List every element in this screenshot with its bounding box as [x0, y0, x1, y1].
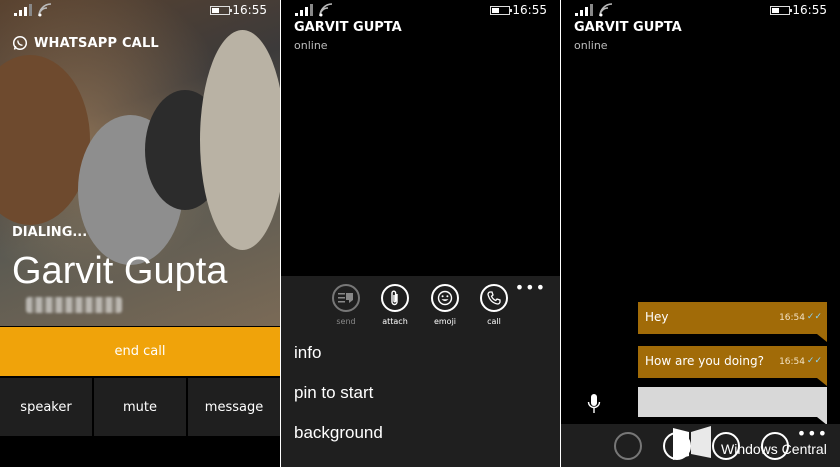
- wifi-icon: [319, 3, 333, 17]
- signal-icon: [295, 4, 313, 16]
- message-text: How are you doing?: [645, 354, 764, 368]
- windows-central-watermark: Windows Central: [661, 420, 840, 464]
- call-button[interactable]: call: [474, 284, 514, 326]
- contact-name[interactable]: GARVIT GUPTA: [574, 20, 682, 35]
- phone-icon: [480, 284, 508, 312]
- watermark-text: Windows Central: [721, 441, 827, 457]
- more-options-icon[interactable]: •••: [515, 278, 546, 297]
- call-title-label: WHATSAPP CALL: [34, 35, 159, 51]
- attach-button[interactable]: attach: [375, 284, 415, 326]
- message-button[interactable]: message: [188, 378, 280, 436]
- clock: 16:55: [792, 3, 827, 17]
- call-controls: speaker mute message: [0, 378, 280, 436]
- status-bar: 16:55: [561, 0, 840, 22]
- battery-icon: [210, 6, 232, 15]
- photo-person-4: [200, 30, 280, 250]
- emoji-icon: [431, 284, 459, 312]
- menu-item-info[interactable]: info: [294, 343, 321, 363]
- end-call-button[interactable]: end call: [0, 327, 280, 376]
- emoji-button[interactable]: emoji: [425, 284, 465, 326]
- send-icon: [332, 284, 360, 312]
- message-time: 16:54: [779, 313, 805, 323]
- mute-button[interactable]: mute: [94, 378, 186, 436]
- attach-label: attach: [382, 317, 408, 326]
- call-screen: 16:55 WHATSAPP CALL DIALING... Garvit Gu…: [0, 0, 280, 467]
- chat-screen: 16:55 GARVIT GUPTA online Hey 16:54 ✓✓ H…: [561, 0, 840, 467]
- message-input[interactable]: [638, 387, 827, 417]
- signal-icon: [575, 4, 593, 16]
- menu-item-pin-to-start[interactable]: pin to start: [294, 383, 373, 403]
- contact-status: online: [574, 39, 608, 52]
- message-bubble[interactable]: How are you doing? 16:54 ✓✓: [638, 346, 827, 386]
- message-text: Hey: [645, 310, 669, 324]
- call-label: call: [487, 317, 501, 326]
- wifi-icon: [599, 3, 613, 17]
- whatsapp-icon: [12, 35, 28, 51]
- chat-menu-screen: 16:55 GARVIT GUPTA online ••• send attac…: [281, 0, 560, 467]
- call-status: DIALING...: [12, 225, 88, 240]
- blurred-phone-number: [26, 297, 122, 313]
- menu-item-background[interactable]: background: [294, 423, 383, 443]
- signal-icon: [14, 4, 32, 16]
- battery-icon: [770, 6, 792, 15]
- status-bar: 16:55: [281, 0, 560, 22]
- battery-icon: [490, 6, 512, 15]
- send-button[interactable]: send: [326, 284, 366, 326]
- contact-name[interactable]: GARVIT GUPTA: [294, 20, 402, 35]
- status-bar: 16:55: [0, 0, 280, 22]
- read-receipt-icon: ✓✓: [806, 356, 822, 366]
- wifi-icon: [38, 3, 52, 17]
- clock: 16:55: [232, 3, 267, 17]
- call-title: WHATSAPP CALL: [12, 35, 159, 51]
- clock: 16:55: [512, 3, 547, 17]
- message-bubble[interactable]: Hey 16:54 ✓✓: [638, 302, 827, 342]
- caller-name: Garvit Gupta: [12, 250, 228, 292]
- windows-logo-icon: [673, 426, 711, 460]
- contact-status: online: [294, 39, 328, 52]
- photo-person-1: [0, 55, 90, 225]
- message-time: 16:54: [779, 357, 805, 367]
- microphone-icon[interactable]: [587, 393, 601, 415]
- emoji-label: emoji: [433, 317, 457, 326]
- app-bar-expanded: ••• send attach emoji call info pin to s…: [281, 276, 560, 467]
- send-icon[interactable]: [614, 432, 642, 460]
- send-label: send: [336, 317, 356, 326]
- speaker-button[interactable]: speaker: [0, 378, 92, 436]
- read-receipt-icon: ✓✓: [806, 312, 822, 322]
- paperclip-icon: [381, 284, 409, 312]
